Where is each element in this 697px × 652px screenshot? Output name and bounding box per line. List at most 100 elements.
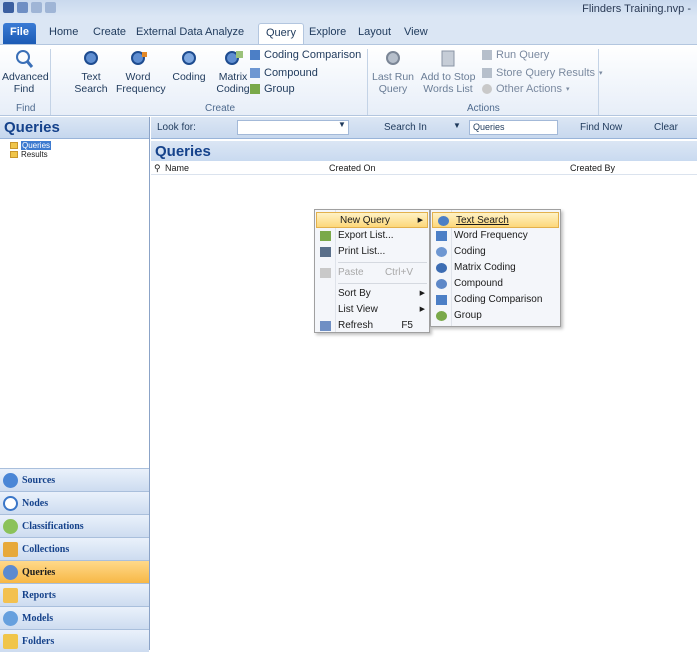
group-query-button[interactable]: Group (250, 83, 295, 95)
classifications-icon (3, 518, 18, 534)
text-search-icon (438, 216, 449, 226)
nav-models[interactable]: Models (0, 606, 149, 629)
folder-icon (10, 142, 18, 149)
menu-item-label: Word Frequency (454, 230, 528, 241)
export-icon (320, 231, 331, 241)
look-for-input[interactable] (237, 120, 349, 135)
compound-icon (250, 68, 260, 78)
compound-icon (436, 279, 447, 289)
ribbon-separator (598, 49, 599, 115)
column-created-by[interactable]: Created By (570, 163, 615, 173)
nav-folders[interactable]: Folders (0, 629, 149, 652)
word-frequency-icon (436, 231, 447, 241)
find-group-label: Find (16, 103, 36, 114)
search-in-select[interactable]: Queries (469, 120, 558, 135)
advanced-find-button[interactable]: Advanced Find (2, 49, 49, 95)
actions-group-label: Actions (467, 103, 500, 114)
matrix-coding-icon (225, 51, 243, 65)
submenu-item-matrix-coding[interactable]: Matrix Coding (431, 260, 560, 276)
tree-item-results[interactable]: Results (10, 150, 149, 159)
nav-label: Queries (22, 566, 56, 578)
coding-icon (182, 51, 196, 65)
folder-icon (10, 151, 18, 158)
new-query-submenu: Text Search Word Frequency Coding Matrix… (430, 209, 561, 327)
tab-create[interactable]: Create (86, 23, 133, 44)
queries-icon (3, 564, 18, 580)
nav-sources[interactable]: Sources (0, 468, 149, 491)
chevron-down-icon[interactable]: ▼ (453, 121, 461, 130)
menu-item-print-list[interactable]: Print List... (315, 244, 429, 260)
store-query-results-label: Store Query Results (496, 67, 596, 79)
text-search-icon (84, 51, 98, 65)
tab-view[interactable]: View (397, 23, 435, 44)
matrix-coding-button[interactable]: Matrix Coding (213, 49, 253, 95)
nav-reports[interactable]: Reports (0, 583, 149, 606)
tab-analyze[interactable]: Analyze (198, 23, 251, 44)
menu-item-paste[interactable]: Paste Ctrl+V (315, 265, 429, 281)
menu-separator (338, 283, 427, 284)
column-created-on[interactable]: Created On (329, 163, 376, 173)
menu-item-list-view[interactable]: List View ▶ (315, 302, 429, 318)
word-frequency-button[interactable]: Word Frequency (116, 49, 166, 95)
star-icon (482, 84, 492, 94)
other-actions-button[interactable]: Other Actions ▾ (482, 83, 570, 95)
advanced-find-label: Advanced Find (2, 71, 49, 95)
paste-icon (320, 268, 331, 278)
menu-item-refresh[interactable]: Refresh F5 (315, 318, 429, 334)
print-icon (320, 247, 331, 257)
run-query-button[interactable]: Run Query (482, 49, 549, 61)
tab-explore[interactable]: Explore (302, 23, 353, 44)
text-search-button[interactable]: Text Search (74, 49, 108, 95)
add-to-stop-words-button[interactable]: Add to Stop Words List (420, 49, 476, 95)
tab-layout[interactable]: Layout (351, 23, 398, 44)
pin-icon: ⚲ (154, 163, 161, 173)
ribbon-separator (50, 49, 51, 115)
clear-button[interactable]: Clear (654, 122, 678, 133)
look-for-label: Look for: (157, 122, 196, 133)
submenu-item-coding-comparison[interactable]: Coding Comparison (431, 292, 560, 308)
nav-queries[interactable]: Queries (0, 560, 149, 583)
tree-item-queries[interactable]: Queries (10, 141, 149, 150)
submenu-item-compound[interactable]: Compound (431, 276, 560, 292)
app-icon[interactable] (3, 2, 14, 13)
menu-item-new-query[interactable]: New Query ▶ (316, 212, 428, 228)
nav-label: Folders (22, 635, 55, 647)
store-query-results-button[interactable]: Store Query Results ▾ (482, 67, 603, 79)
chevron-down-icon[interactable]: ▼ (338, 120, 346, 129)
stop-words-icon (441, 50, 455, 67)
magnifier-icon (16, 50, 34, 68)
last-run-query-button[interactable]: Last Run Query (370, 49, 416, 95)
nav-classifications[interactable]: Classifications (0, 514, 149, 537)
nav-label: Models (22, 612, 54, 624)
menu-item-label: Paste (338, 267, 364, 278)
find-now-button[interactable]: Find Now (580, 122, 622, 133)
submenu-item-coding[interactable]: Coding (431, 244, 560, 260)
coding-comparison-icon (436, 295, 447, 305)
menu-item-label: Text Search (456, 215, 509, 226)
tab-file[interactable]: File (3, 23, 36, 44)
edit-icon[interactable] (31, 2, 42, 13)
undo-icon[interactable] (45, 2, 56, 13)
column-name[interactable]: Name (165, 163, 189, 173)
menu-item-sort-by[interactable]: Sort By ▶ (315, 286, 429, 302)
coding-query-button[interactable]: Coding (171, 49, 207, 83)
tab-query[interactable]: Query (258, 23, 304, 44)
menu-item-label: Print List... (338, 246, 386, 257)
navigation-pane-title: Queries (0, 117, 149, 139)
refresh-icon (320, 321, 331, 331)
coding-comparison-button[interactable]: Coding Comparison (250, 49, 361, 61)
submenu-item-group[interactable]: Group (431, 308, 560, 324)
submenu-item-word-frequency[interactable]: Word Frequency (431, 228, 560, 244)
word-frequency-label: Word Frequency (116, 71, 166, 95)
column-header-row: ⚲ Name Created On Created By (151, 161, 697, 175)
save-icon[interactable] (17, 2, 28, 13)
tab-home[interactable]: Home (42, 23, 85, 44)
compound-query-button[interactable]: Compound (250, 67, 318, 79)
nav-nodes[interactable]: Nodes (0, 491, 149, 514)
nav-collections[interactable]: Collections (0, 537, 149, 560)
menu-item-label: Matrix Coding (454, 262, 516, 273)
menu-item-export-list[interactable]: Export List... (315, 228, 429, 244)
submenu-item-text-search[interactable]: Text Search (432, 212, 559, 228)
text-search-label: Text Search (74, 71, 108, 95)
menu-item-label: Sort By (338, 288, 371, 299)
